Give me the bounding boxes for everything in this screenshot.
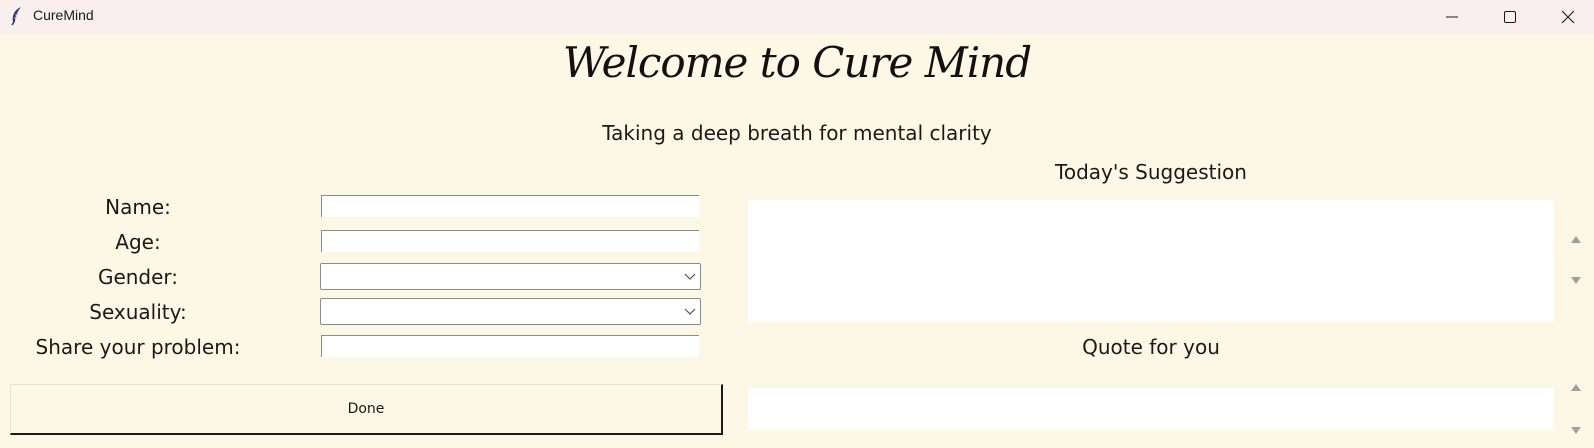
problem-label: Share your problem:: [35, 335, 241, 359]
title-bar: CureMind: [0, 0, 1594, 34]
window-title: CureMind: [33, 7, 94, 23]
name-input[interactable]: [321, 195, 699, 217]
scroll-up-icon[interactable]: [1570, 382, 1582, 392]
page-subtitle: Taking a deep breath for mental clarity: [602, 121, 992, 145]
maximize-icon: [1504, 11, 1516, 23]
chevron-down-icon: [684, 308, 696, 315]
sexuality-label: Sexuality:: [89, 300, 187, 324]
age-label: Age:: [115, 230, 161, 254]
suggestion-textbox[interactable]: [748, 200, 1554, 322]
minimize-icon: [1446, 16, 1458, 18]
page-title: Welcome to Cure Mind: [562, 38, 1032, 87]
minimize-button[interactable]: [1423, 0, 1481, 34]
feather-icon: [11, 7, 21, 26]
close-icon: [1561, 10, 1575, 24]
quote-title: Quote for you: [1082, 335, 1220, 359]
sexuality-select[interactable]: [320, 298, 701, 325]
scroll-down-icon[interactable]: [1570, 426, 1582, 436]
done-button[interactable]: Done: [10, 384, 723, 435]
suggestion-scrollbar[interactable]: [1566, 228, 1586, 290]
gender-select[interactable]: [320, 263, 701, 290]
quote-scrollbar[interactable]: [1566, 378, 1586, 440]
close-button[interactable]: [1539, 0, 1594, 34]
problem-input[interactable]: [321, 335, 699, 357]
suggestion-title: Today's Suggestion: [1055, 160, 1247, 184]
scroll-down-icon[interactable]: [1570, 276, 1582, 286]
chevron-down-icon: [684, 273, 696, 280]
name-label: Name:: [105, 195, 171, 219]
gender-label: Gender:: [97, 265, 179, 289]
quote-textbox[interactable]: [748, 388, 1554, 430]
scroll-up-icon[interactable]: [1570, 234, 1582, 244]
maximize-button[interactable]: [1481, 0, 1539, 34]
age-input[interactable]: [321, 230, 699, 252]
